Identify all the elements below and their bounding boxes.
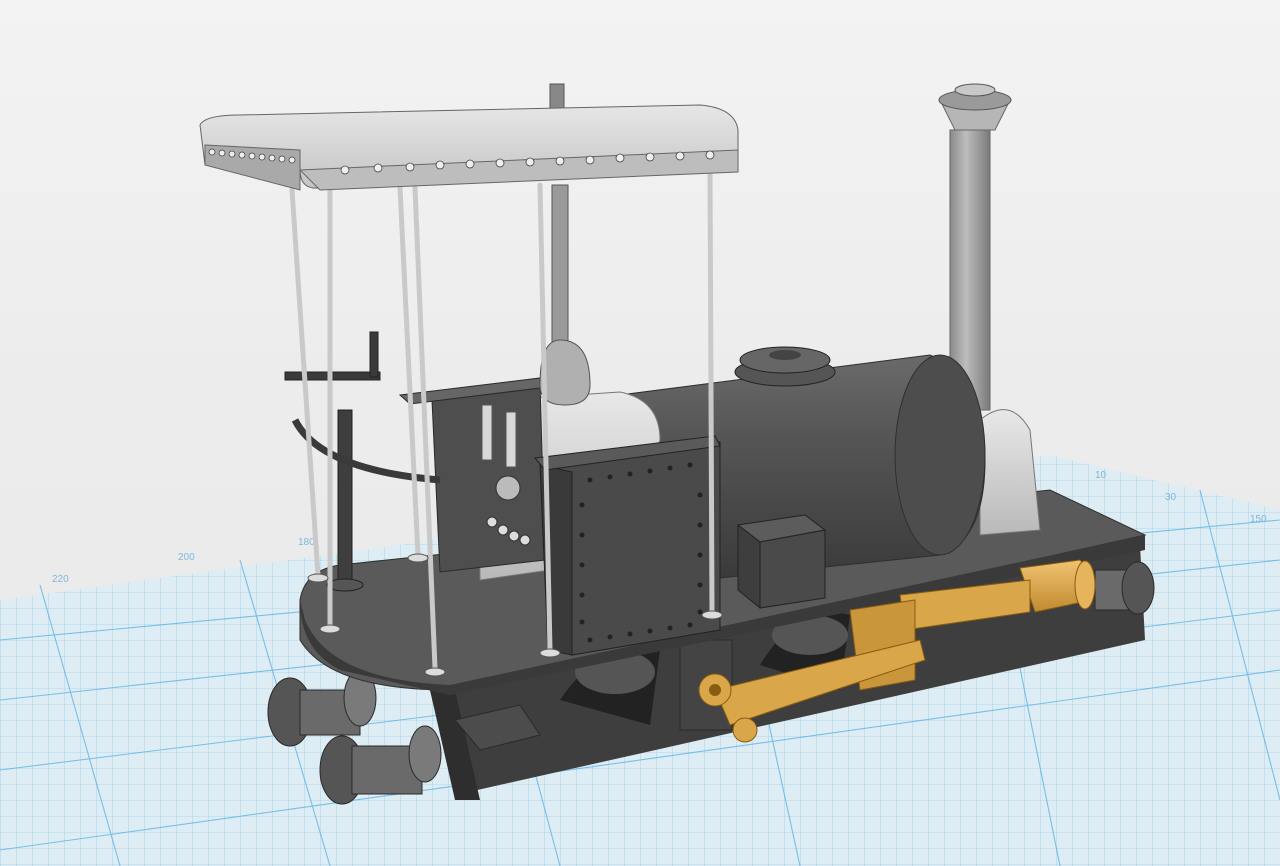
smokebox[interactable] bbox=[979, 409, 1041, 536]
buffer[interactable] bbox=[1094, 561, 1155, 615]
grid-label: 200 bbox=[178, 552, 195, 563]
grid-label: 220 bbox=[52, 574, 69, 585]
model-scene[interactable]: 220 200 180 10 30 150 bbox=[0, 0, 1280, 866]
cab-side-sheet[interactable] bbox=[534, 435, 721, 656]
grid-label: 10 bbox=[1095, 470, 1107, 481]
grid-label: 30 bbox=[1165, 492, 1177, 503]
canopy-roof[interactable] bbox=[199, 104, 739, 191]
tool-box[interactable] bbox=[736, 514, 827, 610]
grid-label: 150 bbox=[1250, 514, 1267, 525]
3d-viewport[interactable]: 220 200 180 10 30 150 bbox=[0, 0, 1280, 866]
grid-label: 180 bbox=[298, 537, 315, 548]
